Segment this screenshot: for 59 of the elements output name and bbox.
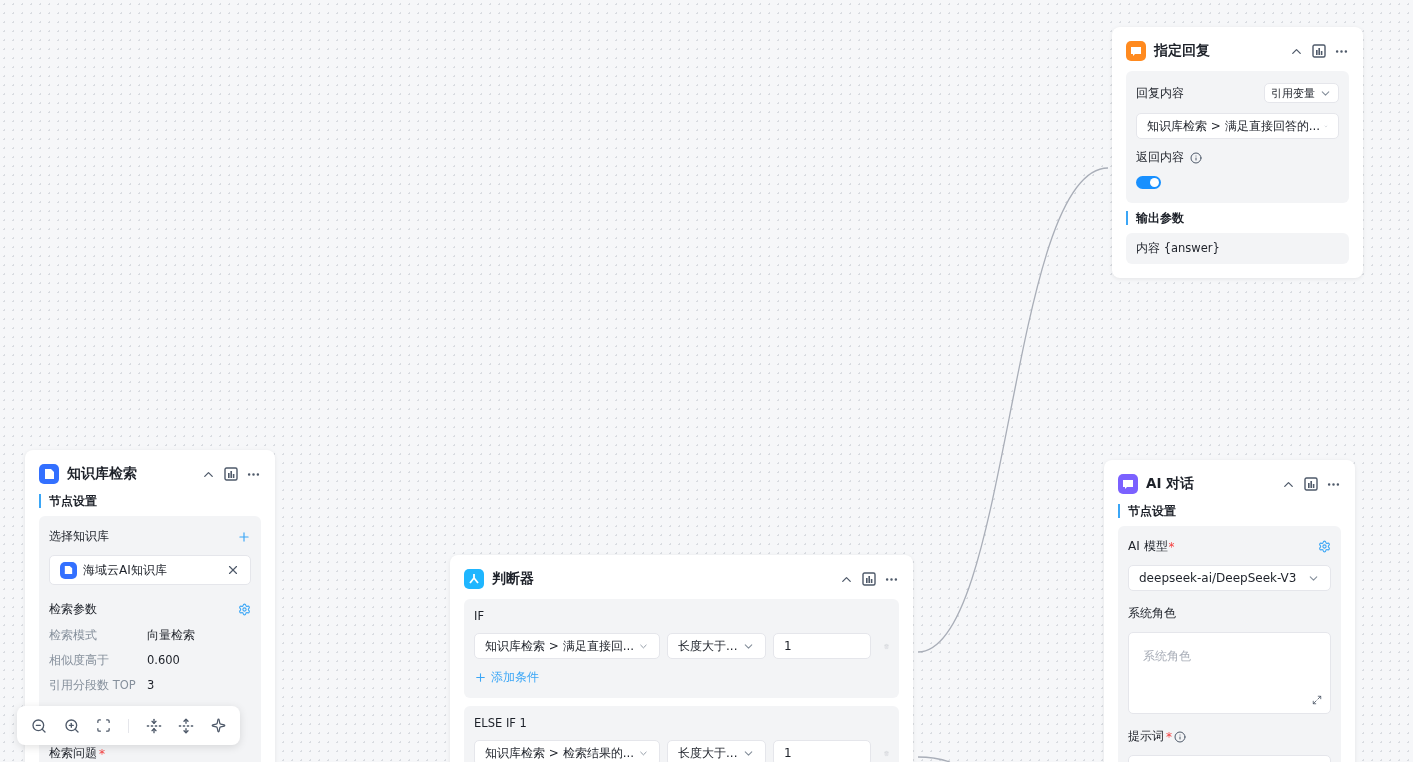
branch-label: IF [474,609,485,623]
required-mark: * [1166,729,1172,744]
variable-select[interactable]: 知识库检索 > 检索结果的... [474,740,660,762]
field-label: 系统角色 [1128,605,1177,622]
document-icon [60,561,77,579]
param-label: 引用分段数 TOP [49,678,137,693]
param-value: 0.600 [147,653,181,668]
fold-icon[interactable] [145,717,162,734]
operator-select[interactable]: 长度大于... [667,633,766,659]
zoom-out-icon[interactable] [31,717,48,734]
plus-icon [474,671,487,684]
chart-icon[interactable] [224,467,238,481]
chart-icon[interactable] [862,572,876,586]
section-title: 节点设置 [1118,504,1341,518]
operator-select[interactable]: 长度大于... [667,740,766,762]
chat-icon [1118,474,1138,494]
field-label: 选择知识库 [49,528,110,545]
node-title: 知识库检索 [67,465,138,483]
branch-label: ELSE IF 1 [474,716,528,730]
output-item: 内容 {answer} [1126,233,1349,264]
sparkle-icon[interactable] [210,718,226,733]
close-icon[interactable] [226,563,240,577]
field-label: 回复内容 [1136,84,1185,102]
info-icon [1174,730,1186,743]
field-label: 检索问题 [49,745,97,762]
param-label: 检索模式 [49,628,98,643]
document-icon [39,464,59,484]
required-mark: * [1168,539,1175,554]
info-icon [1190,151,1202,164]
node-title: 判断器 [492,570,535,588]
message-icon [1126,41,1146,61]
chart-icon[interactable] [1312,44,1326,58]
field-label: AI 模型 [1128,538,1168,555]
node-title: AI 对话 [1146,475,1196,493]
variable-select[interactable]: 知识库检索 > 满足直接回答的... [1136,113,1339,139]
knowledge-base-name: 海域云AI知识库 [83,561,167,579]
toggle-switch[interactable] [1136,176,1161,189]
param-value: 3 [147,678,156,693]
required-mark: * [99,746,105,761]
expand-icon[interactable] [1312,695,1322,705]
field-label: 检索参数 [49,601,98,618]
field-label: 提示词 [1128,728,1164,745]
node-title: 指定回复 [1154,42,1211,60]
field-label: 返回内容 [1136,149,1184,166]
zoom-in-icon[interactable] [63,717,80,734]
connector-line [917,756,951,762]
model-select[interactable]: deepseek-ai/DeepSeek-V3 [1128,565,1331,591]
variable-select[interactable]: 知识库检索 > 满足直接回... [474,633,660,659]
unfold-icon[interactable] [178,717,195,734]
value-input[interactable]: 1 [773,633,871,659]
param-label: 相似度高于 [49,653,110,668]
source-select[interactable]: 引用变量 [1264,83,1339,103]
section-title: 输出参数 [1126,211,1349,225]
section-title: 节点设置 [39,494,261,508]
param-value: 向量检索 [147,628,196,643]
chart-icon[interactable] [1304,477,1318,491]
branch-icon [464,569,484,589]
focus-icon[interactable] [96,718,112,733]
value-input[interactable]: 1 [773,740,871,762]
